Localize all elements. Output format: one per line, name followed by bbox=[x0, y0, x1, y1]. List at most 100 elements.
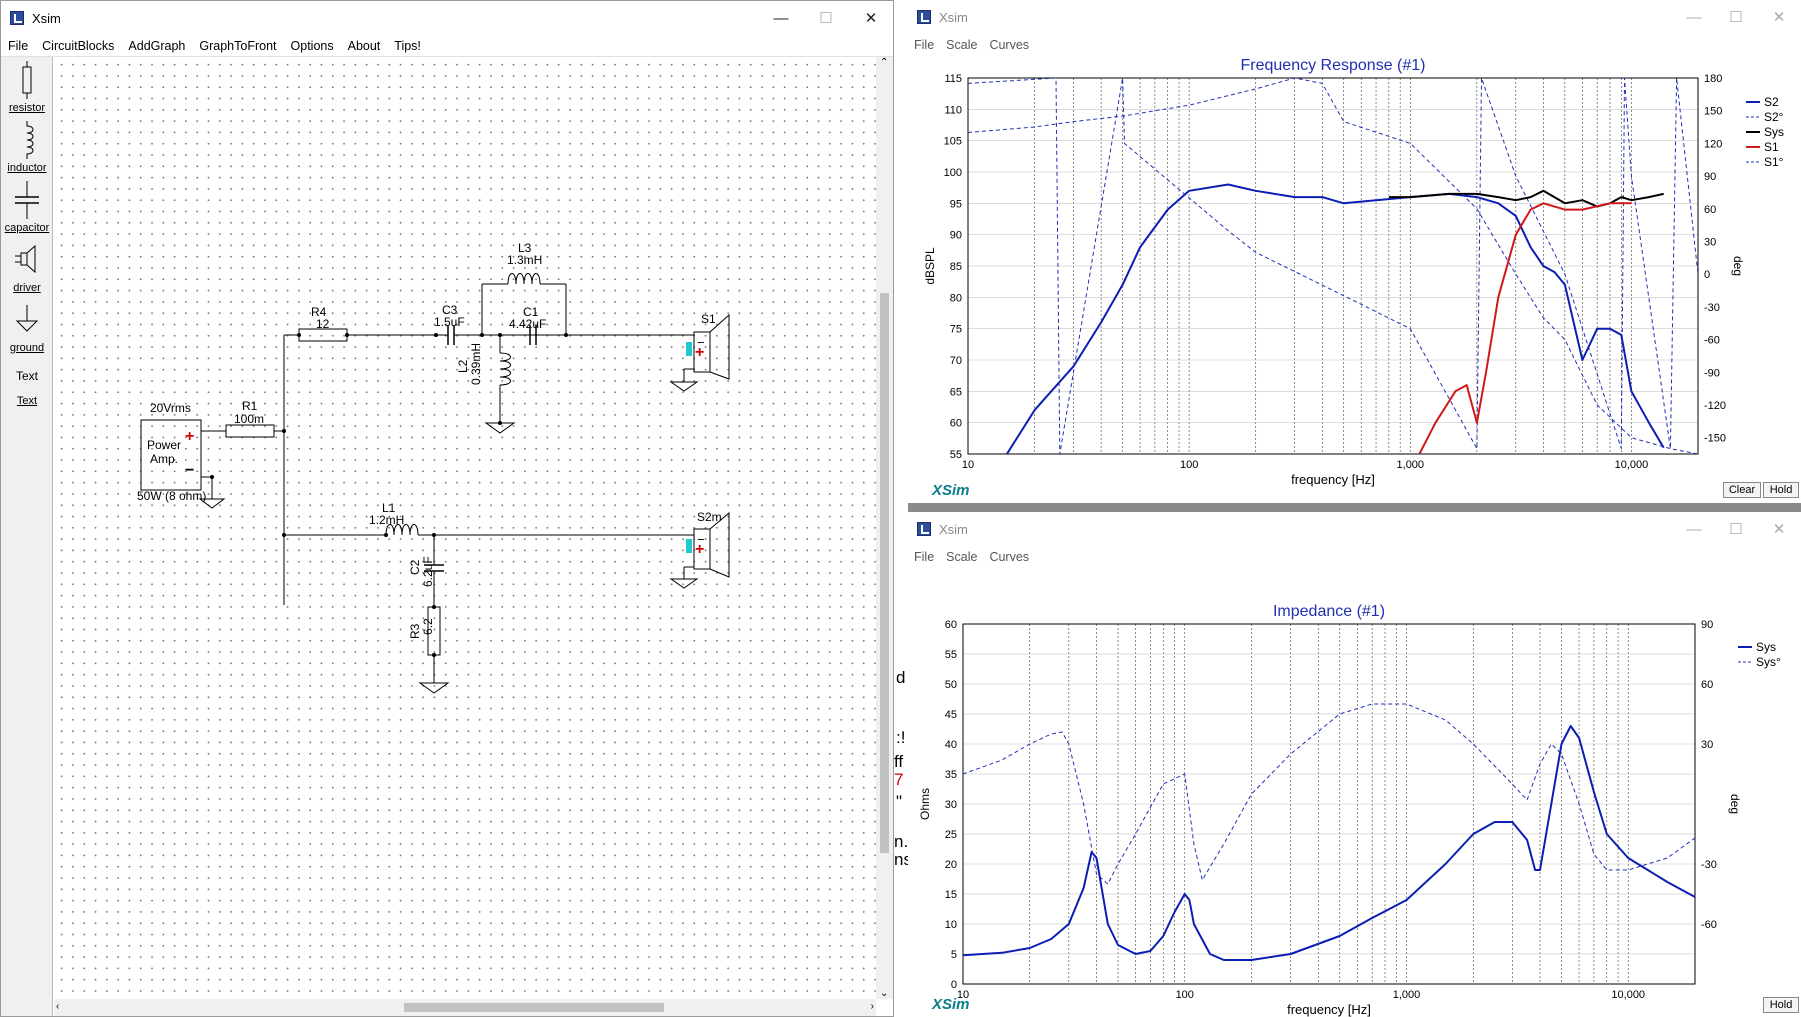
tool-text-label: Text bbox=[16, 395, 38, 407]
r1-resistor[interactable] bbox=[225, 424, 275, 438]
frequency-response-window: Xsim — ☐ ✕ File Scale Curves 55 60 65 70 75 8… bbox=[908, 0, 1801, 503]
y2-tick-label: 90 bbox=[1704, 171, 1716, 183]
scroll-right-icon[interactable]: › bbox=[871, 1001, 874, 1012]
series-line-sys bbox=[963, 725, 1695, 961]
horizontal-scroll-thumb[interactable] bbox=[404, 1003, 664, 1012]
xsim-app-icon bbox=[917, 10, 931, 24]
y2-tick-label: -30 bbox=[1701, 859, 1717, 871]
y2-tick-label: -30 bbox=[1704, 302, 1720, 314]
series-group bbox=[963, 703, 1695, 961]
l3-inductor[interactable] bbox=[507, 273, 541, 285]
y-tick-label: 115 bbox=[944, 73, 962, 85]
minimize-button[interactable]: — bbox=[1672, 0, 1716, 34]
imp-titlebar[interactable]: Xsim — ☐ ✕ bbox=[908, 512, 1801, 546]
y-tick-label: 55 bbox=[945, 649, 957, 661]
y-tick-label: 70 bbox=[950, 355, 962, 367]
y-tick-label: 60 bbox=[945, 619, 957, 631]
scroll-down-icon[interactable]: ⌄ bbox=[880, 988, 888, 999]
y-tick-label: 40 bbox=[945, 739, 957, 751]
menu-circuitblocks[interactable]: CircuitBlocks bbox=[35, 39, 121, 53]
freq-titlebar[interactable]: Xsim — ☐ ✕ bbox=[908, 0, 1801, 34]
menu-curves[interactable]: Curves bbox=[983, 38, 1035, 52]
text-icon: Text bbox=[15, 369, 38, 383]
y-tick-label: 10 bbox=[945, 919, 957, 931]
horizontal-scrollbar[interactable]: ‹ › bbox=[54, 999, 876, 1016]
menu-file[interactable]: File bbox=[1, 39, 35, 53]
y-tick-label: 25 bbox=[945, 829, 957, 841]
xsim-app-icon bbox=[917, 522, 931, 536]
legend-label: S2 bbox=[1764, 95, 1779, 109]
tool-inductor[interactable]: inductor bbox=[1, 121, 53, 174]
menu-about[interactable]: About bbox=[341, 39, 388, 53]
circuit-menubar: File CircuitBlocks AddGraph GraphToFront… bbox=[1, 35, 893, 57]
clear-button[interactable]: Clear bbox=[1723, 482, 1761, 498]
l2-value: 0.39mH bbox=[469, 343, 483, 385]
l2-inductor[interactable] bbox=[499, 352, 511, 386]
vertical-scrollbar[interactable]: ⌃ ⌄ bbox=[876, 57, 893, 999]
xsim-brand-logo: XSim bbox=[931, 996, 970, 1013]
tool-driver[interactable]: driver bbox=[1, 241, 53, 294]
tool-text[interactable]: Text Text bbox=[1, 369, 53, 407]
y-tick-label: 75 bbox=[950, 324, 962, 336]
r1-value: 100m bbox=[234, 412, 264, 426]
menu-scale[interactable]: Scale bbox=[940, 38, 983, 52]
y-tick-label: 95 bbox=[950, 198, 962, 210]
menu-tips[interactable]: Tips! bbox=[387, 39, 428, 53]
x-tick-label: 10 bbox=[962, 459, 974, 471]
schematic-canvas[interactable]: + − + − + − 20Vrms Power Amp. 50W (8 ohm… bbox=[54, 57, 876, 999]
y-axis-label: dBSPL bbox=[923, 247, 937, 285]
x-tick-label: 100 bbox=[1176, 989, 1194, 1001]
y2-tick-label: 60 bbox=[1701, 679, 1713, 691]
svg-text:+: + bbox=[185, 428, 194, 445]
tool-resistor[interactable]: resistor bbox=[1, 61, 53, 114]
y-tick-label: 80 bbox=[950, 292, 962, 304]
minimize-button[interactable]: — bbox=[759, 1, 803, 35]
background-window-strip: d ff " n. ns :! 7 bbox=[894, 0, 912, 1017]
chart-title: Impedance (#1) bbox=[1273, 603, 1385, 620]
c2-name: C2 bbox=[408, 559, 422, 575]
scroll-up-icon[interactable]: ⌃ bbox=[880, 57, 888, 68]
bg-text-7: 7 bbox=[894, 770, 904, 789]
x-axis-label: frequency [Hz] bbox=[1287, 1002, 1371, 1017]
y-tick-label: 50 bbox=[945, 679, 957, 691]
y2-axis-label: deg bbox=[1731, 256, 1745, 276]
legend-label: S1° bbox=[1764, 155, 1784, 169]
series-line-sys-phase bbox=[963, 703, 1695, 885]
capacitor-icon bbox=[15, 181, 39, 219]
close-button[interactable]: ✕ bbox=[1757, 512, 1801, 546]
bg-text-2: ff bbox=[894, 752, 904, 771]
hold-button[interactable]: Hold bbox=[1763, 482, 1799, 498]
maximize-button[interactable]: ☐ bbox=[1714, 0, 1758, 34]
amp-name-line2: Amp. bbox=[150, 452, 178, 466]
x-tick-label: 10,000 bbox=[1611, 989, 1645, 1001]
circuit-window: Xsim — ☐ ✕ File CircuitBlocks AddGraph G… bbox=[0, 0, 894, 1017]
menu-graphtofront[interactable]: GraphToFront bbox=[192, 39, 283, 53]
menu-curves[interactable]: Curves bbox=[983, 550, 1035, 564]
close-button[interactable]: ✕ bbox=[1757, 0, 1801, 34]
impedance-window: Xsim — ☐ ✕ File Scale Curves 0 5 10 15 20 25 3… bbox=[908, 512, 1801, 1017]
tool-capacitor[interactable]: capacitor bbox=[1, 181, 53, 234]
menu-file[interactable]: File bbox=[908, 550, 940, 564]
y2-tick-label: 30 bbox=[1704, 236, 1716, 248]
chart-title: Frequency Response (#1) bbox=[1241, 57, 1426, 74]
hold-button[interactable]: Hold bbox=[1763, 997, 1799, 1013]
menu-file[interactable]: File bbox=[908, 38, 940, 52]
maximize-button[interactable]: ☐ bbox=[1714, 512, 1758, 546]
vertical-scroll-thumb[interactable] bbox=[880, 293, 889, 853]
circuit-titlebar[interactable]: Xsim — ☐ ✕ bbox=[1, 1, 893, 35]
menu-options[interactable]: Options bbox=[284, 39, 341, 53]
y2-tick-label: 120 bbox=[1704, 138, 1722, 150]
c3-value: 1.5uF bbox=[434, 315, 465, 329]
minimize-button[interactable]: — bbox=[1672, 512, 1716, 546]
scroll-left-icon[interactable]: ‹ bbox=[56, 1001, 59, 1012]
r1-name: R1 bbox=[242, 399, 258, 413]
close-button[interactable]: ✕ bbox=[849, 1, 893, 35]
amp-name-line1: Power bbox=[147, 438, 181, 452]
tool-ground[interactable]: ground bbox=[1, 301, 53, 354]
c1-value: 4.42uF bbox=[509, 317, 546, 331]
menu-addgraph[interactable]: AddGraph bbox=[121, 39, 192, 53]
legend-label: Sys bbox=[1764, 125, 1784, 139]
maximize-button[interactable]: ☐ bbox=[804, 1, 848, 35]
y-tick-label: 100 bbox=[944, 167, 962, 179]
menu-scale[interactable]: Scale bbox=[940, 550, 983, 564]
